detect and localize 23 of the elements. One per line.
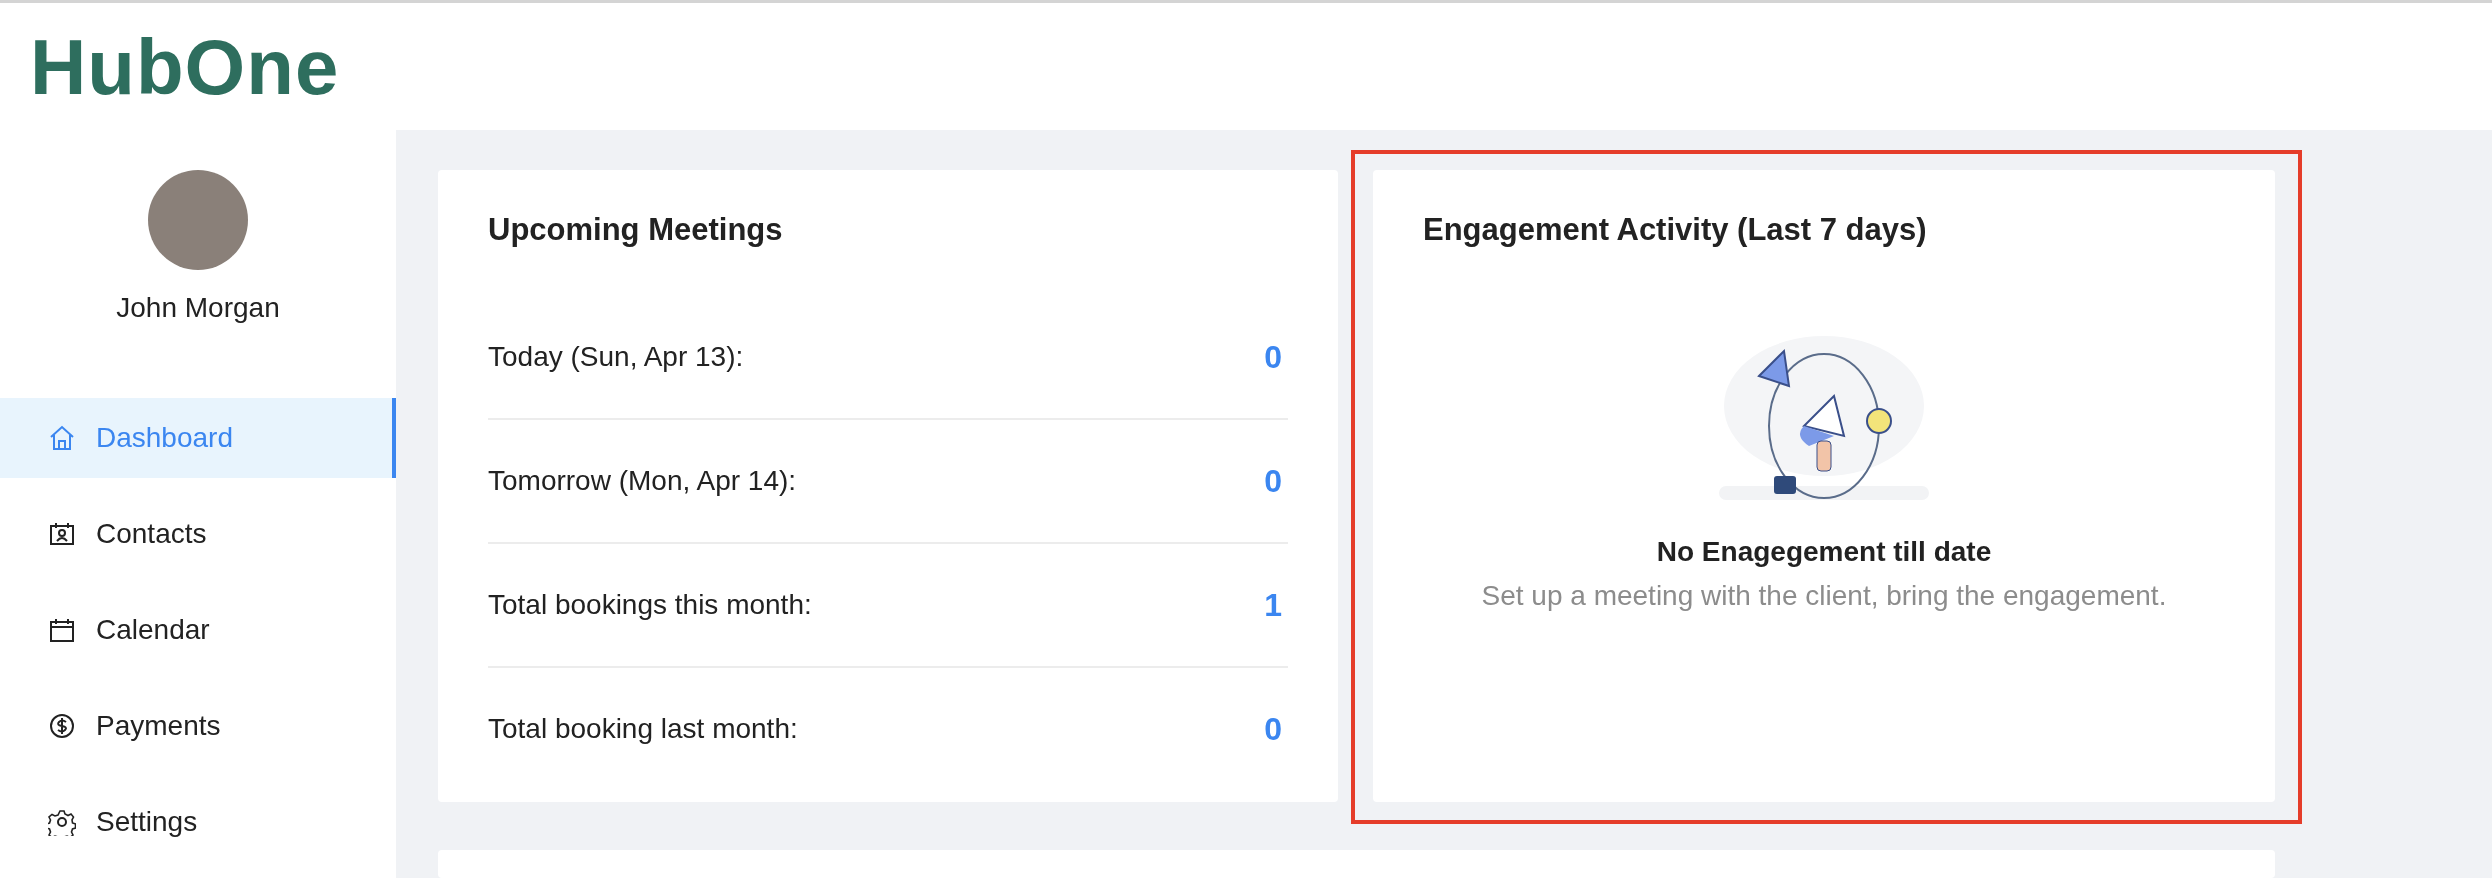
count-value: 0 [1264,462,1283,500]
card-title: Upcoming Meetings [488,212,784,248]
empty-state-text: Set up a meeting with the client, bring the engagement. [1481,580,2167,612]
calendar-icon [48,616,76,644]
row-label: Tomorrow (Mon, Apr 14): [488,465,797,497]
dollar-icon [48,712,76,740]
nav-item[interactable]: Calendar [0,590,396,670]
settings-icon [48,808,76,836]
row-label: Today (Sun, Apr 13): [488,341,744,373]
nav-item[interactable]: Payments [0,686,396,766]
row-label: Total booking last month: [488,713,798,745]
count-value: 0 [1264,710,1283,748]
home-icon [48,424,76,452]
count-value: 1 [1264,586,1283,624]
empty-state-title: No Enagegement till date [1656,536,1992,568]
nav-item[interactable]: Contacts [0,494,396,574]
user-name: John Morgan [116,292,280,324]
count-value: 0 [1264,338,1283,376]
logo: HubOne [30,27,340,106]
nav-item[interactable]: Settings [0,782,396,862]
row-label: Total bookings this month: [488,589,812,621]
contact-card-icon [48,520,76,548]
card-title: Engagement Activity (Last 7 days) [1423,212,1928,248]
